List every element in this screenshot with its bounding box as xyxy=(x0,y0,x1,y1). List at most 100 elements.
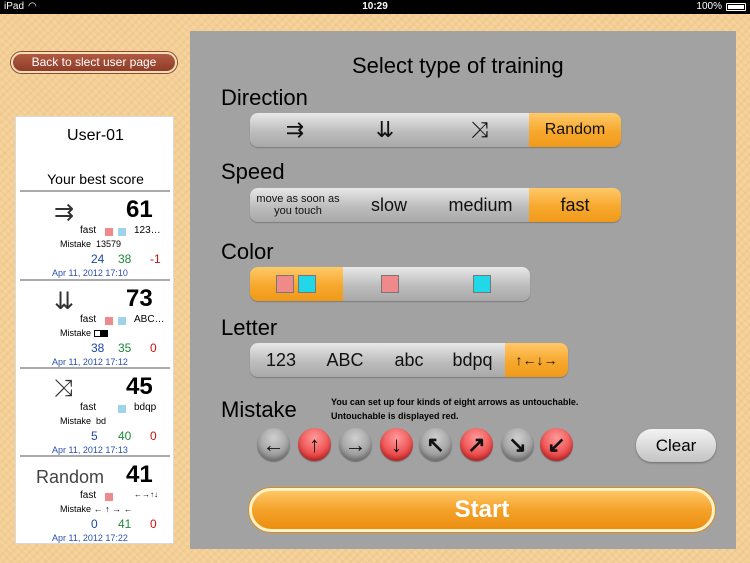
pink-swatch-icon xyxy=(276,275,294,293)
metric-blue: 0 xyxy=(91,517,98,531)
battery-icon xyxy=(726,3,746,11)
metric-red: 0 xyxy=(150,517,157,531)
mistake-label: Mistake xyxy=(221,397,297,422)
metric-green: 38 xyxy=(118,252,132,266)
score-date: Apr 11, 2012 17:22 xyxy=(52,533,128,543)
metric-blue: 24 xyxy=(91,252,105,266)
metric-green: 35 xyxy=(118,341,132,355)
speed-label: fast xyxy=(80,490,97,501)
score-value: 41 xyxy=(126,461,153,488)
arrow-up-right-icon[interactable]: ↗ xyxy=(460,428,493,461)
score-value: 61 xyxy=(126,196,153,223)
page-title: Select type of training xyxy=(352,53,564,78)
color-pink-swatch xyxy=(105,317,113,325)
letter-option-bdpq[interactable]: bdpq xyxy=(440,343,505,377)
metric-red: 0 xyxy=(150,341,157,355)
arrow-left-icon[interactable]: ← xyxy=(257,428,290,461)
direction-option-random[interactable]: Random xyxy=(529,113,621,147)
letter-selector: 123 ABC abc bdpq ↑←↓→ xyxy=(250,343,568,377)
pink-swatch-icon xyxy=(381,275,399,293)
best-score-title: Your best score xyxy=(47,171,144,187)
status-bar: iPad ◠ 10:29 100% xyxy=(0,0,750,14)
speed-label: fast xyxy=(80,314,97,325)
score-date: Apr 11, 2012 17:10 xyxy=(52,268,128,278)
direction-selector: ⇉ ⇊ ⤨ Random xyxy=(250,113,621,147)
user-score-panel: User-01 Your best score ⇉ 61 fast 123… M… xyxy=(15,116,174,544)
empty-square-icon xyxy=(93,330,101,337)
back-to-user-select-button[interactable]: Back to slect user page xyxy=(11,52,177,73)
letter-label: bdqp xyxy=(134,402,157,413)
metric-green: 40 xyxy=(118,429,132,443)
score-card-random: Random 41 fast ←→↑↓ Mistake ← ↑ → ← 0 41… xyxy=(16,457,175,545)
user-name: User-01 xyxy=(67,127,124,144)
score-card-down: ⇊ 73 fast ABC… Mistake 38 35 0 Apr 11, 2… xyxy=(16,281,175,369)
color-cyan-swatch xyxy=(118,405,126,413)
speed-option-slow[interactable]: slow xyxy=(346,188,432,222)
color-pink-swatch xyxy=(105,228,113,236)
mistake-info: Mistake ← ↑ → ← xyxy=(60,504,133,514)
direction-right-icon: ⇉ xyxy=(54,199,75,226)
cyan-swatch-icon xyxy=(298,275,316,293)
speed-label: fast xyxy=(80,225,97,236)
score-date: Apr 11, 2012 17:12 xyxy=(52,357,128,367)
color-cyan-swatch xyxy=(118,317,126,325)
color-cyan-swatch xyxy=(118,228,126,236)
speed-label: fast xyxy=(80,402,97,413)
arrow-down-right-icon[interactable]: ↘ xyxy=(501,428,534,461)
letter-label: ←→↑↓ xyxy=(134,490,158,499)
arrow-down-left-icon[interactable]: ↙ xyxy=(540,428,573,461)
letter-option-numbers[interactable]: 123 xyxy=(250,343,312,377)
metric-blue: 5 xyxy=(91,429,98,443)
training-settings-panel: Select type of training Direction ⇉ ⇊ ⤨ … xyxy=(190,31,736,549)
speed-selector: move as soon as you touch slow medium fa… xyxy=(250,188,621,222)
speed-option-fast[interactable]: fast xyxy=(529,188,621,222)
clear-button[interactable]: Clear xyxy=(636,429,716,462)
cyan-swatch-icon xyxy=(473,275,491,293)
color-option-pink-cyan[interactable] xyxy=(250,267,343,301)
arrow-up-icon[interactable]: ↑ xyxy=(298,428,331,461)
diagonal-cross-arrow-icon: ⤨ xyxy=(470,117,489,142)
score-card-diagonal: ⤨ 45 fast bdqp Mistake bd 5 40 0 Apr 11,… xyxy=(16,369,175,457)
arrow-right-icon[interactable]: → xyxy=(339,428,372,461)
clock: 10:29 xyxy=(362,1,388,12)
speed-label: Speed xyxy=(221,159,285,184)
speed-option-instant[interactable]: move as soon as you touch xyxy=(250,188,346,222)
mistake-instructions: You can set up four kinds of eight arrow… xyxy=(331,397,579,421)
metric-green: 41 xyxy=(118,517,132,531)
metric-red: 0 xyxy=(150,429,157,443)
mistake-info: Mistake 13579 xyxy=(60,239,122,249)
letter-option-uppercase[interactable]: ABC xyxy=(312,343,378,377)
mistake-info: Mistake bd xyxy=(60,416,107,426)
color-label: Color xyxy=(221,239,274,264)
speed-option-medium[interactable]: medium xyxy=(432,188,529,222)
direction-diagonal-icon: ⤨ xyxy=(54,375,74,402)
double-down-arrow-icon: ⇊ xyxy=(375,117,395,142)
battery-percent: 100% xyxy=(696,1,722,12)
arrow-up-left-icon[interactable]: ↖ xyxy=(419,428,452,461)
score-value: 45 xyxy=(126,373,153,400)
color-option-pink[interactable] xyxy=(343,267,437,301)
score-date: Apr 11, 2012 17:13 xyxy=(52,445,128,455)
letter-option-lowercase[interactable]: abc xyxy=(378,343,440,377)
direction-option-diagonal[interactable]: ⤨ xyxy=(430,113,529,147)
mistake-info: Mistake xyxy=(60,328,108,338)
direction-down-icon: ⇊ xyxy=(54,288,75,315)
letter-label: 123… xyxy=(134,225,161,236)
random-mode-label: Random xyxy=(36,467,105,487)
letter-label: ABC… xyxy=(134,314,165,325)
direction-label: Direction xyxy=(221,85,308,110)
score-card-right: ⇉ 61 fast 123… Mistake 13579 24 38 -1 Ap… xyxy=(16,192,175,280)
color-pink-swatch xyxy=(105,493,113,501)
letter-option-arrows[interactable]: ↑←↓→ xyxy=(505,343,568,377)
metric-red: -1 xyxy=(150,252,161,266)
color-selector xyxy=(250,267,530,301)
filled-square-icon xyxy=(100,330,108,337)
color-option-cyan[interactable] xyxy=(437,267,530,301)
metric-blue: 38 xyxy=(91,341,105,355)
start-button[interactable]: Start xyxy=(249,488,715,532)
direction-option-right[interactable]: ⇉ xyxy=(250,113,340,147)
direction-option-down[interactable]: ⇊ xyxy=(340,113,430,147)
arrow-down-icon[interactable]: ↓ xyxy=(380,428,413,461)
double-right-arrow-icon: ⇉ xyxy=(285,117,305,142)
score-value: 73 xyxy=(126,285,153,312)
